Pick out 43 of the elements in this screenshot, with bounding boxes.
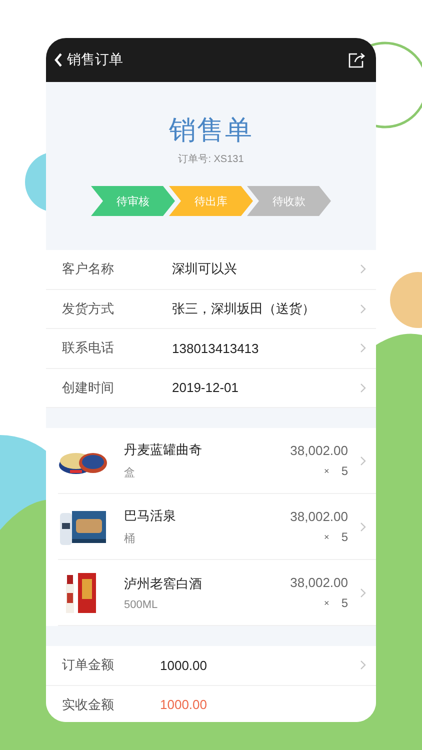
product-quantity: 5 <box>341 596 348 610</box>
field-value: 张三，深圳坂田（送货） <box>172 300 315 318</box>
amount-label: 实收金额 <box>62 696 115 714</box>
amount-label: 订单金额 <box>62 656 115 674</box>
status-step: 待收款 <box>247 186 331 216</box>
multiply-sign: × <box>324 598 330 608</box>
field-value: 138013413413 <box>172 340 259 356</box>
order-number: 订单号: XS131 <box>178 152 244 166</box>
share-icon[interactable] <box>348 52 366 68</box>
multiply-sign: × <box>324 466 330 476</box>
product-name: 丹麦蓝罐曲奇 <box>124 441 203 459</box>
product-quantity: 5 <box>341 464 348 478</box>
field-value: 深圳可以兴 <box>172 260 237 278</box>
field-label: 创建时间 <box>62 378 115 397</box>
field-label: 发货方式 <box>62 300 115 318</box>
chevron-icon <box>360 522 366 532</box>
product-price: 38,002.00 <box>290 443 348 458</box>
amount-value: 1000.00 <box>160 697 207 712</box>
document-title: 销售单 <box>169 114 253 147</box>
product-unit: 500ML <box>124 598 159 610</box>
field-value: 2019-12-01 <box>172 380 238 396</box>
chevron-icon <box>360 264 366 274</box>
chevron-icon <box>360 304 366 314</box>
product-quantity: 5 <box>341 530 348 544</box>
multiply-sign: × <box>324 532 330 542</box>
product-name: 巴马活泉 <box>124 507 177 525</box>
back-icon <box>54 53 63 67</box>
chevron-icon <box>360 660 366 670</box>
product-unit: 盒 <box>124 466 136 480</box>
field-label: 联系电话 <box>62 339 115 358</box>
status-step: 待出库 <box>169 186 253 216</box>
product-name: 泸州老窖白酒 <box>124 574 203 592</box>
chevron-icon <box>360 343 366 354</box>
chevron-icon <box>360 456 366 466</box>
product-unit: 桶 <box>124 532 136 546</box>
product-price: 38,002.00 <box>290 575 348 590</box>
back-button[interactable]: 销售订单 <box>54 51 123 69</box>
chevron-icon <box>360 382 366 393</box>
field-label: 客户名称 <box>62 260 115 278</box>
product-price: 38,002.00 <box>290 509 348 524</box>
amount-value: 1000.00 <box>160 658 207 673</box>
chevron-icon <box>360 588 366 598</box>
status-step: 待审核 <box>91 186 175 216</box>
